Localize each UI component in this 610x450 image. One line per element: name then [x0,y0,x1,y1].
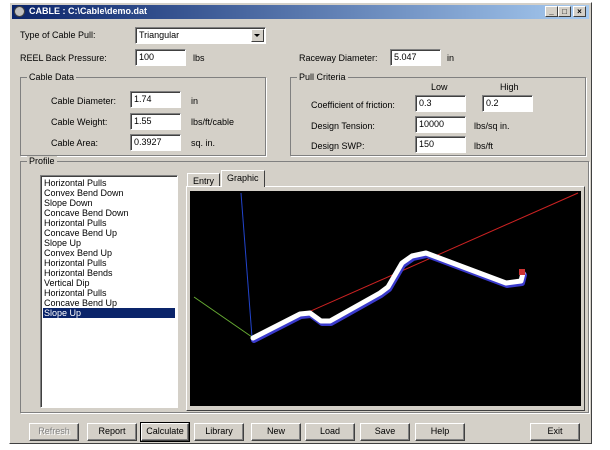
calculate-button[interactable]: Calculate [140,422,190,442]
title-bar[interactable]: CABLE : C:\Cable\demo.dat _ □ × [12,5,589,19]
low-column-header: Low [431,82,448,92]
help-button[interactable]: Help [415,423,465,441]
report-button[interactable]: Report [87,423,137,441]
load-button[interactable]: Load [305,423,355,441]
cable-pull-type-value: Triangular [139,30,180,40]
list-item[interactable]: Concave Bend Up [43,228,175,238]
cable-path [250,250,526,341]
reel-back-pressure-label: REEL Back Pressure: [20,53,107,63]
exit-button[interactable]: Exit [530,423,580,441]
list-item[interactable]: Slope Down [43,198,175,208]
profile-title: Profile [27,156,57,166]
list-item[interactable]: Convex Bend Up [43,248,175,258]
list-item[interactable]: Horizontal Pulls [43,218,175,228]
friction-label: Coefficient of friction: [311,100,395,110]
tab-entry[interactable]: Entry [187,173,221,187]
save-button[interactable]: Save [360,423,410,441]
list-item[interactable]: Horizontal Pulls [43,288,175,298]
z-axis-line [193,296,253,338]
design-tension-input[interactable]: 10000 [415,116,466,133]
chevron-down-icon[interactable] [251,29,264,42]
list-item[interactable]: Slope Up [43,238,175,248]
design-tension-label: Design Tension: [311,121,375,131]
cable-weight-unit: lbs/ft/cable [191,117,235,127]
refresh-button[interactable]: Refresh [29,423,79,441]
raceway-diameter-input[interactable]: 5.047 [390,49,441,66]
list-item[interactable]: Concave Bend Up [43,298,175,308]
tab-graphic[interactable]: Graphic [221,170,265,187]
profile-3d-graphic [193,192,579,343]
design-tension-unit: lbs/sq in. [474,121,510,131]
main-window: CABLE : C:\Cable\demo.dat _ □ × Type of … [9,2,592,444]
list-item[interactable]: Convex Bend Down [43,188,175,198]
library-button[interactable]: Library [194,423,244,441]
window-title: CABLE : C:\Cable\demo.dat [29,6,148,16]
list-item[interactable]: Horizontal Pulls [43,258,175,268]
cable-data-title: Cable Data [27,72,77,82]
cable-end-marker [519,269,525,275]
design-swp-unit: lbs/ft [474,141,494,151]
maximize-button[interactable]: □ [558,6,571,17]
design-swp-input[interactable]: 150 [415,136,466,153]
profile-list[interactable]: Horizontal Pulls Convex Bend Down Slope … [40,175,178,408]
cable-diameter-unit: in [191,96,199,106]
app-icon[interactable] [14,6,25,17]
y-axis-line [240,192,253,338]
list-item[interactable]: Horizontal Bends [43,268,175,278]
pull-criteria-title: Pull Criteria [297,72,348,82]
cable-area-unit: sq. in. [191,138,216,148]
reel-back-pressure-unit: lbs [193,53,205,63]
list-item[interactable]: Concave Bend Down [43,208,175,218]
cable-shadow [251,252,527,343]
cable-diameter-input[interactable]: 1.74 [130,91,181,108]
cable-pull-type-select[interactable]: Triangular [135,27,266,44]
profile-3d-view[interactable] [190,191,581,406]
cable-area-input[interactable]: 0.3927 [130,134,181,151]
friction-low-input[interactable]: 0.3 [415,95,466,112]
cable-area-label: Cable Area: [51,138,99,148]
minimize-button[interactable]: _ [545,6,558,17]
high-column-header: High [500,82,519,92]
cable-pull-type-label: Type of Cable Pull: [20,30,96,40]
list-item-selected[interactable]: Slope Up [43,308,175,318]
list-item[interactable]: Vertical Dip [43,278,175,288]
raceway-diameter-label: Raceway Diameter: [299,53,378,63]
new-button[interactable]: New [251,423,301,441]
cable-weight-input[interactable]: 1.55 [130,113,181,130]
reel-back-pressure-input[interactable]: 100 [135,49,186,66]
design-swp-label: Design SWP: [311,141,365,151]
cable-weight-label: Cable Weight: [51,117,108,127]
close-button[interactable]: × [573,6,586,17]
friction-high-input[interactable]: 0.2 [482,95,533,112]
cable-diameter-label: Cable Diameter: [51,96,117,106]
list-item[interactable]: Horizontal Pulls [43,178,175,188]
raceway-diameter-unit: in [447,53,455,63]
